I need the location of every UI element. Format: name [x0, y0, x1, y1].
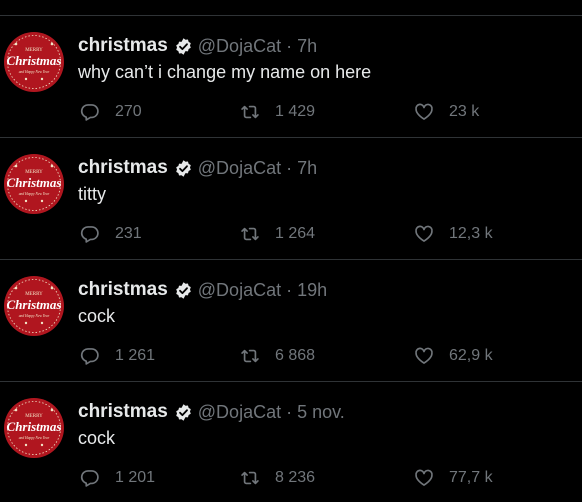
reply-icon — [80, 226, 99, 243]
separator: · — [286, 279, 293, 300]
tweet-header: christmas @DojaCat · 7h — [78, 156, 317, 180]
tweet-text: titty — [78, 184, 107, 204]
like-button[interactable]: 62,9 k — [414, 345, 493, 367]
svg-text:Christmas: Christmas — [7, 419, 62, 434]
like-count: 62,9 k — [449, 347, 493, 364]
reply-button[interactable]: 231 — [80, 223, 142, 245]
timestamp[interactable]: 7h — [297, 158, 317, 179]
avatar[interactable]: MERRY Christmas and Happy New Year — [4, 398, 64, 458]
like-count: 23 k — [449, 103, 480, 120]
retweet-icon — [241, 349, 259, 363]
handle[interactable]: @DojaCat — [198, 158, 281, 179]
svg-text:and Happy New Year: and Happy New Year — [19, 314, 50, 318]
tweet-text: why can’t i change my name on here — [78, 62, 372, 82]
reply-button[interactable]: 270 — [80, 101, 142, 123]
reply-icon — [80, 104, 99, 121]
reply-icon — [80, 348, 99, 365]
retweet-button[interactable]: 1 264 — [240, 223, 315, 245]
verified-badge-icon — [175, 159, 191, 177]
avatar[interactable]: MERRY Christmas and Happy New Year — [4, 154, 64, 214]
separator: · — [286, 157, 293, 178]
tweet-text: cock — [78, 428, 116, 448]
handle[interactable]: @DojaCat — [198, 280, 281, 301]
tweet[interactable]: MERRY Christmas and Happy New Year chris… — [0, 260, 582, 382]
retweet-icon — [241, 105, 259, 119]
display-name[interactable]: christmas — [78, 401, 168, 423]
heart-icon — [415, 469, 433, 486]
heart-icon — [415, 347, 433, 364]
display-name[interactable]: christmas — [78, 157, 168, 179]
separator: · — [286, 401, 293, 422]
svg-text:and Happy New Year: and Happy New Year — [19, 70, 50, 74]
svg-text:and Happy New Year: and Happy New Year — [19, 436, 50, 440]
timestamp[interactable]: 19h — [297, 280, 327, 301]
retweet-count: 6 868 — [275, 347, 316, 364]
separator: · — [286, 35, 293, 56]
verified-badge-icon — [175, 403, 191, 421]
retweet-icon — [241, 471, 259, 485]
like-count: 12,3 k — [449, 225, 493, 242]
handle[interactable]: @DojaCat — [198, 36, 281, 57]
tweet-header: christmas @DojaCat · 19h — [78, 278, 327, 302]
tweet[interactable]: MERRY Christmas and Happy New Year chris… — [0, 382, 582, 502]
retweet-count: 1 429 — [275, 103, 316, 120]
display-name[interactable]: christmas — [78, 35, 168, 57]
reply-count: 1 201 — [115, 469, 156, 486]
svg-text:Christmas: Christmas — [7, 175, 62, 190]
heart-icon — [415, 225, 433, 242]
retweet-icon — [241, 227, 259, 241]
retweet-button[interactable]: 1 429 — [240, 101, 315, 123]
tweet-header: christmas @DojaCat · 5 nov. — [78, 400, 345, 424]
verified-badge-icon — [175, 281, 191, 299]
svg-text:and Happy New Year: and Happy New Year — [19, 192, 50, 196]
like-button[interactable]: 12,3 k — [414, 223, 493, 245]
svg-text:Christmas: Christmas — [7, 297, 62, 312]
verified-badge-icon — [175, 37, 191, 55]
reply-count: 1 261 — [115, 347, 156, 364]
reply-button[interactable]: 1 201 — [80, 467, 155, 489]
tweet-text: cock — [78, 306, 116, 326]
tweet[interactable]: MERRY Christmas and Happy New Year chris… — [0, 138, 582, 260]
timestamp[interactable]: 5 nov. — [297, 402, 345, 423]
svg-text:Christmas: Christmas — [7, 53, 62, 68]
handle[interactable]: @DojaCat — [198, 402, 281, 423]
reply-count: 270 — [115, 103, 142, 120]
reply-button[interactable]: 1 261 — [80, 345, 155, 367]
retweet-button[interactable]: 8 236 — [240, 467, 315, 489]
display-name[interactable]: christmas — [78, 279, 168, 301]
timestamp[interactable]: 7h — [297, 36, 317, 57]
like-button[interactable]: 77,7 k — [414, 467, 493, 489]
reply-icon — [80, 470, 99, 487]
retweet-count: 8 236 — [275, 469, 316, 486]
retweet-button[interactable]: 6 868 — [240, 345, 315, 367]
retweet-count: 1 264 — [275, 225, 316, 242]
tweet[interactable]: MERRY Christmas and Happy New Year chris… — [0, 16, 582, 138]
reply-count: 231 — [115, 225, 142, 242]
avatar[interactable]: MERRY Christmas and Happy New Year — [4, 32, 64, 92]
like-count: 77,7 k — [449, 469, 493, 486]
tweet-header: christmas @DojaCat · 7h — [78, 34, 317, 58]
avatar[interactable]: MERRY Christmas and Happy New Year — [4, 276, 64, 336]
tweet-feed: MERRY Christmas and Happy New Year chris… — [0, 0, 582, 502]
like-button[interactable]: 23 k — [414, 101, 479, 123]
heart-icon — [415, 103, 433, 120]
